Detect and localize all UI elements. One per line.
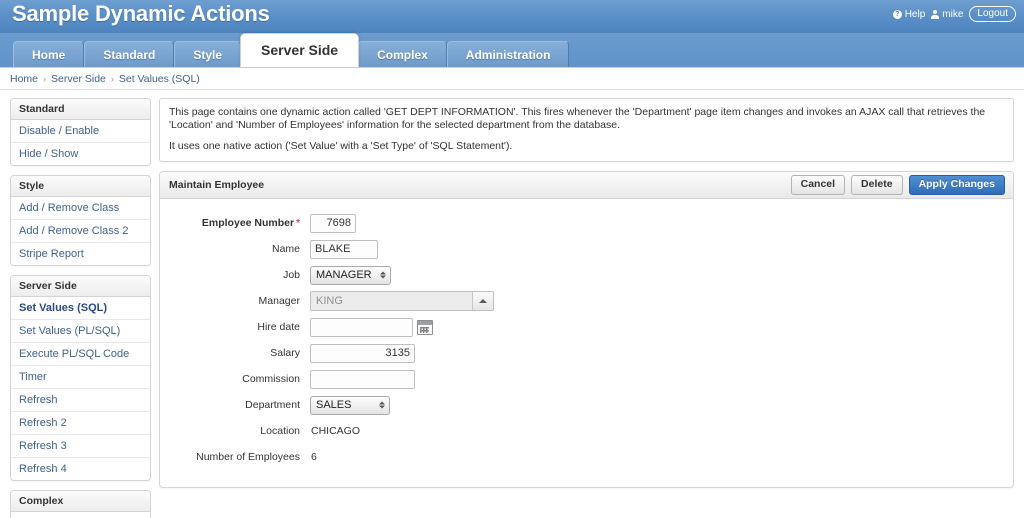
number-of-employees-value: 6 [311,451,317,463]
location-label: Location [260,425,300,437]
sidebar-item-set-values-sql[interactable]: Set Values (SQL) [11,297,150,320]
field-row-number-of-employees: Number of Employees 6 [160,447,1013,467]
page-description: This page contains one dynamic action ca… [159,98,1014,162]
employee-number-label-text: Employee Number [201,217,295,229]
employee-number-input[interactable] [310,213,356,233]
logout-button[interactable]: Logout [969,6,1016,22]
name-label: Name [271,243,300,255]
job-label: Job [283,269,300,281]
breadcrumb-item-current: Set Values (SQL) [118,72,200,85]
sidebar-item-disable-enable[interactable]: Disable / Enable [11,120,150,143]
employee-number-label: Employee Number * [160,217,310,229]
calendar-icon[interactable] [417,319,433,335]
department-label: Department [245,399,300,411]
department-selected-value: SALES [316,399,352,411]
form-header: Maintain Employee Cancel Delete Apply Ch… [160,172,1013,199]
commission-input[interactable] [310,369,415,389]
sidebar-region-style: Style Add / Remove Class Add / Remove Cl… [10,175,151,266]
manager-label: Manager [258,295,300,307]
sidebar-region-title: Standard [11,99,150,120]
sidebar-item-refresh-4[interactable]: Refresh 4 [11,458,150,480]
field-row-job: Job MANAGER [160,265,1013,285]
page-title: Sample Dynamic Actions [12,1,270,26]
stepper-arrows-icon [379,401,385,409]
sidebar-region-title: Complex [11,491,150,512]
required-marker-icon: * [296,218,300,229]
breadcrumb: Home › Server Side › Set Values (SQL) [0,68,1024,90]
sidebar-item-timer[interactable]: Timer [11,366,150,389]
sidebar-item-set-values-plsql[interactable]: Set Values (PL/SQL) [11,320,150,343]
breadcrumb-item-server-side[interactable]: Server Side [51,73,106,85]
help-link[interactable]: ? Help [892,8,926,20]
field-row-name: Name [160,239,1013,259]
form-title: Maintain Employee [169,179,265,191]
field-row-commission: Commission [160,369,1013,389]
person-icon [931,9,940,19]
sidebar-region-server-side: Server Side Set Values (SQL) Set Values … [10,275,151,481]
field-row-location: Location CHICAGO [160,421,1013,441]
main-content: This page contains one dynamic action ca… [159,98,1014,488]
location-value: CHICAGO [311,425,361,437]
field-row-hire-date: Hire date [160,317,1013,337]
sidebar-item-refresh-3[interactable]: Refresh 3 [11,435,150,458]
form-fields: Employee Number* Name Job MANAGER Manage… [160,199,1013,487]
apply-changes-button[interactable]: Apply Changes [908,175,1005,195]
sidebar-item-stripe-report[interactable]: Stripe Report [11,243,150,265]
field-row-manager: Manager [160,291,1013,311]
sidebar-region-title: Server Side [11,276,150,297]
name-input[interactable] [310,239,378,259]
field-row-salary: Salary [160,343,1013,363]
hire-date-label: Hire date [257,321,300,333]
sidebar-item-slider-plugin-integration[interactable]: Slider Plug-In Integration [11,512,150,518]
job-selected-value: MANAGER [316,269,372,281]
cancel-button[interactable]: Cancel [790,175,846,195]
description-paragraph-2: It uses one native action ('Set Value' w… [169,140,513,152]
sidebar-item-add-remove-class-2[interactable]: Add / Remove Class 2 [11,220,150,243]
field-row-employee-number: Employee Number * [160,213,1013,233]
app-header: Sample Dynamic Actions ? Help mike Logou… [0,0,1024,33]
number-of-employees-label: Number of Employees [196,451,300,463]
sidebar-item-add-remove-class[interactable]: Add / Remove Class [11,197,150,220]
breadcrumb-separator-icon: › [43,73,47,84]
sidebar-region-standard: Standard Disable / Enable Hide / Show [10,98,151,166]
sidebar-item-refresh-2[interactable]: Refresh 2 [11,412,150,435]
manager-input[interactable] [311,292,472,310]
tab-administration[interactable]: Administration [446,41,570,67]
sidebar-item-hide-show[interactable]: Hide / Show [11,143,150,165]
department-select[interactable]: SALES [310,395,390,415]
tab-server-side[interactable]: Server Side [240,33,360,67]
main-tabs: Home Standard Style Server Side Complex … [0,33,1024,68]
breadcrumb-item-home[interactable]: Home [10,73,38,85]
salary-input[interactable] [310,343,415,363]
sidebar-region-title: Style [11,176,150,197]
help-label: Help [904,8,926,20]
stepper-arrows-icon [379,271,386,279]
question-circle-icon: ? [892,9,902,19]
user-name: mike [942,8,964,20]
tab-home[interactable]: Home [13,41,85,67]
breadcrumb-separator-icon: › [110,73,114,84]
tab-complex[interactable]: Complex [358,41,447,67]
manager-lov[interactable] [310,291,494,311]
sidebar-item-execute-plsql-code[interactable]: Execute PL/SQL Code [11,343,150,366]
sidebar: Standard Disable / Enable Hide / Show St… [10,98,151,518]
sidebar-item-refresh[interactable]: Refresh [11,389,150,412]
page-body: Standard Disable / Enable Hide / Show St… [0,90,1024,518]
sidebar-region-complex: Complex Slider Plug-In Integration [10,490,151,518]
job-select[interactable]: MANAGER [310,265,391,285]
field-row-department: Department SALES [160,395,1013,415]
description-paragraph-1: This page contains one dynamic action ca… [169,106,986,131]
commission-label: Commission [242,373,300,385]
user-toolbar: ? Help mike Logout [892,6,1016,22]
delete-button[interactable]: Delete [851,175,903,195]
hire-date-input[interactable] [310,317,413,337]
chevron-up-icon[interactable] [472,292,493,310]
tab-standard[interactable]: Standard [84,41,175,67]
maintain-employee-region: Maintain Employee Cancel Delete Apply Ch… [159,171,1014,488]
salary-label: Salary [270,347,300,359]
user-link[interactable]: mike [931,9,963,20]
tab-style[interactable]: Style [174,41,242,67]
